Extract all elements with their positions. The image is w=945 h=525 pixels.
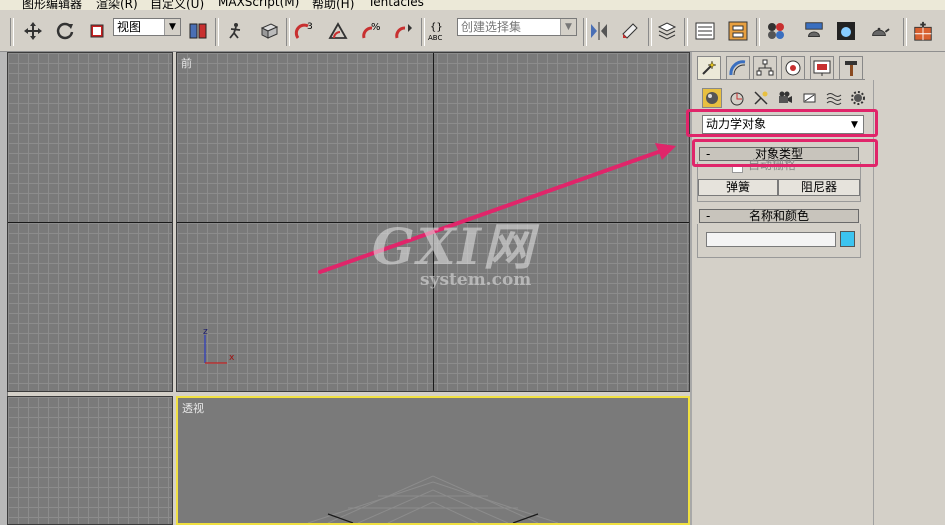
annotation-arrow (318, 143, 676, 274)
